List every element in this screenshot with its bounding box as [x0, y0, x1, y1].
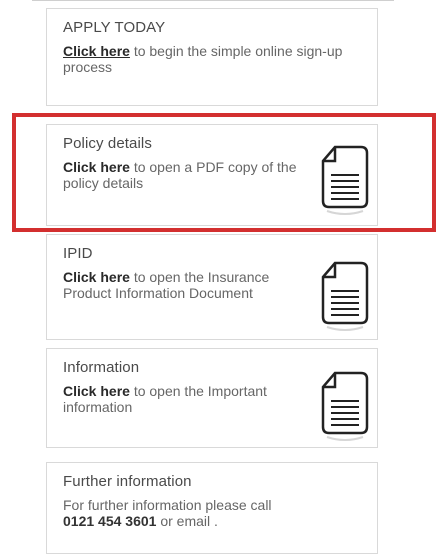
top-divider — [32, 0, 394, 1]
further-information-title: Further information — [63, 473, 192, 490]
ipid-link[interactable]: Click here — [63, 269, 130, 285]
information-card: Information Click here to open the Impor… — [46, 348, 378, 448]
apply-signup-link[interactable]: Click here — [63, 43, 130, 59]
information-body: Click here to open the Important informa… — [63, 383, 273, 415]
document-icon[interactable] — [315, 257, 375, 331]
further-information-text: For further information please call — [63, 497, 272, 513]
apply-today-body: Click here to begin the simple online si… — [63, 43, 353, 75]
further-information-body: For further information please call 0121… — [63, 497, 283, 529]
information-title: Information — [63, 359, 140, 376]
policy-details-body: Click here to open a PDF copy of the pol… — [63, 159, 299, 191]
ipid-title: IPID — [63, 245, 93, 262]
policy-details-link[interactable]: Click here — [63, 159, 130, 175]
further-information-email-text: or email . — [160, 513, 218, 529]
apply-today-card: APPLY TODAY Click here to begin the simp… — [46, 8, 378, 106]
ipid-card: IPID Click here to open the Insurance Pr… — [46, 234, 378, 340]
apply-today-title: APPLY TODAY — [63, 19, 166, 36]
policy-details-title: Policy details — [63, 135, 152, 152]
document-icon[interactable] — [315, 141, 375, 215]
further-information-card: Further information For further informat… — [46, 462, 378, 554]
document-icon[interactable] — [315, 367, 375, 441]
policy-details-card: Policy details Click here to open a PDF … — [46, 124, 378, 226]
phone-number[interactable]: 0121 454 3601 — [63, 513, 156, 529]
ipid-body: Click here to open the Insurance Product… — [63, 269, 283, 301]
information-link[interactable]: Click here — [63, 383, 130, 399]
